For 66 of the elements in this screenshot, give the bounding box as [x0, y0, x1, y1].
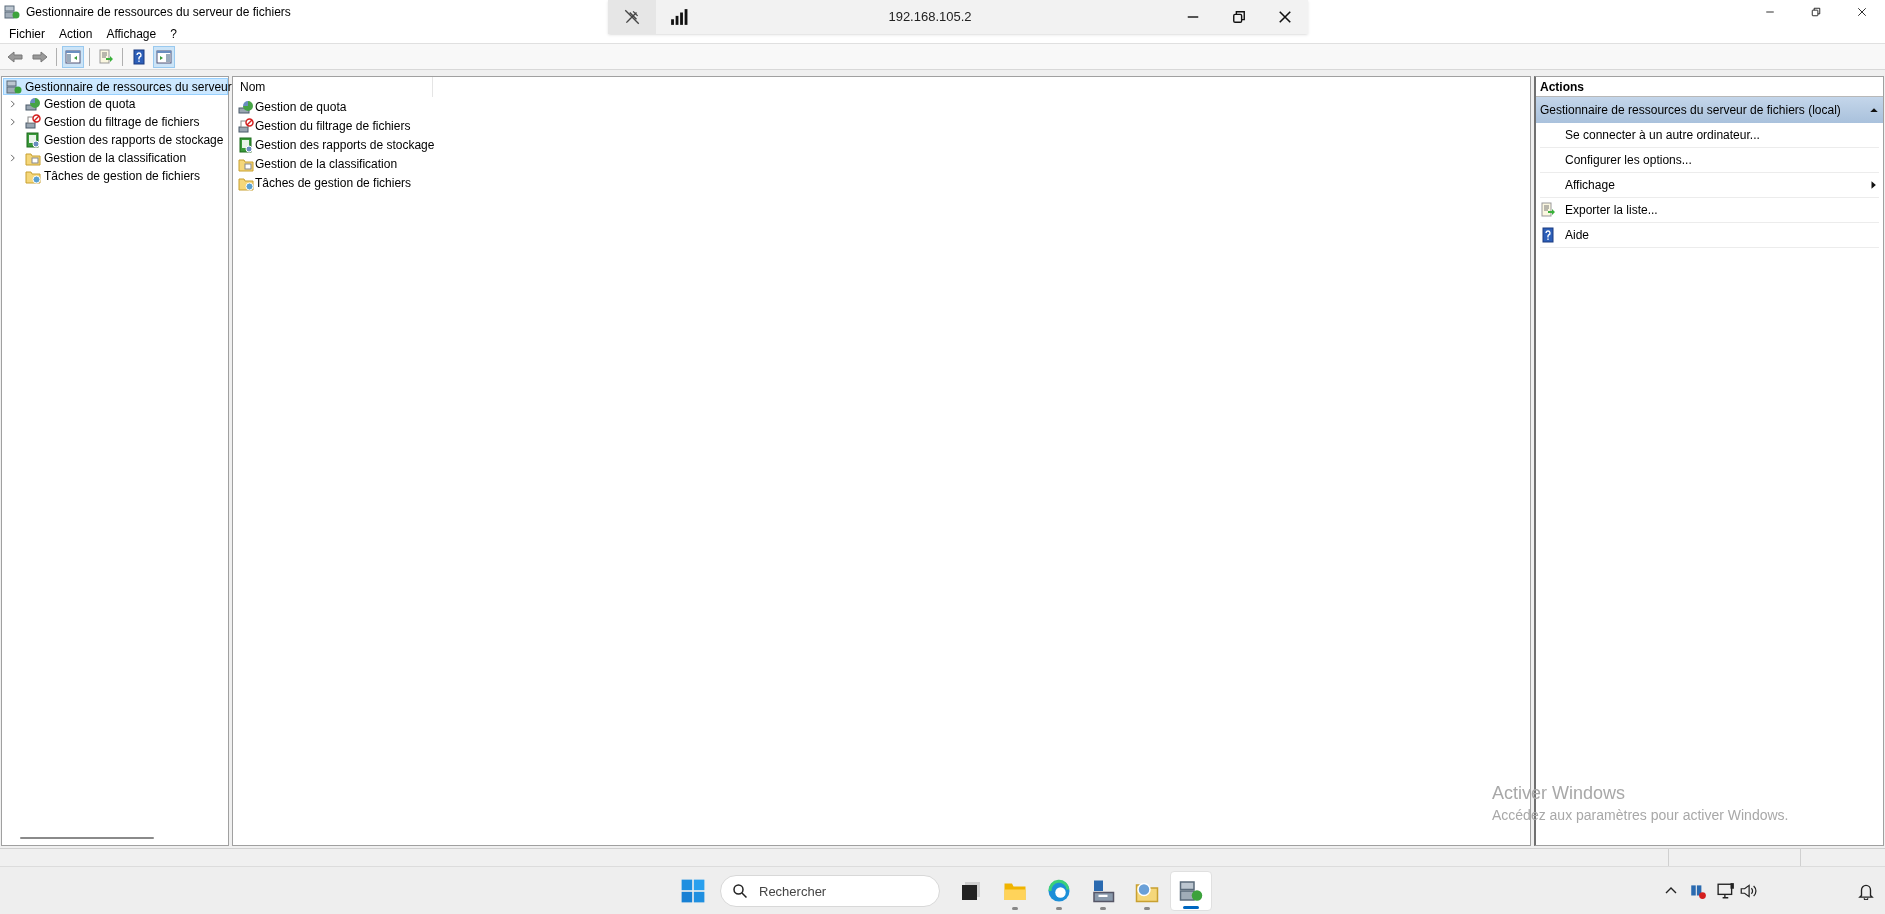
folder-icon	[25, 168, 41, 184]
browser-icon	[1047, 879, 1071, 903]
tree-item[interactable]: Gestion de quota	[25, 95, 138, 113]
scrollbar-thumb[interactable]	[20, 837, 154, 839]
panel-layout-icon	[156, 48, 172, 65]
signal-icon	[668, 8, 690, 26]
server-toolbox-icon	[1091, 879, 1115, 903]
server-icon	[4, 4, 20, 20]
menu-item[interactable]: ?	[163, 22, 184, 45]
tree-item[interactable]: Gestion de la classification	[25, 149, 189, 167]
back-arrow-icon	[7, 48, 23, 65]
toolbar-button[interactable]	[62, 45, 84, 68]
column-header[interactable]: Nom	[233, 77, 433, 97]
folder-icon	[25, 150, 41, 166]
chevron-right-icon[interactable]	[8, 153, 18, 163]
server-icon	[6, 78, 22, 95]
list-item[interactable]: Gestion de la classification	[255, 154, 398, 173]
report-icon	[25, 132, 41, 148]
tree-item[interactable]: Tâches de gestion de fichiers	[25, 167, 203, 185]
list-item[interactable]: Gestion des rapports de stockage	[255, 135, 435, 154]
menu-item[interactable]: Action	[52, 22, 100, 45]
speaker-icon	[1739, 882, 1757, 900]
chevron-right-icon[interactable]	[8, 117, 18, 127]
action-link[interactable]: Exporter la liste...	[1565, 201, 1658, 219]
server-icon	[1179, 879, 1203, 903]
action-link[interactable]: Affichage	[1565, 176, 1615, 194]
network-alert-icon[interactable]	[1689, 882, 1707, 900]
restore-icon	[1232, 10, 1246, 24]
pin-icon	[623, 8, 641, 26]
menu-item[interactable]: Affichage	[99, 22, 164, 45]
restore-icon	[1811, 7, 1821, 17]
start-icon[interactable]	[680, 878, 706, 904]
action-link[interactable]: Se connecter à un autre ordinateur...	[1565, 126, 1760, 144]
section-header[interactable]: Gestionnaire de ressources du serveur de fichiers (local)	[1536, 97, 1883, 123]
panel-layout-icon	[65, 48, 81, 65]
drive-blocked-icon	[25, 114, 41, 130]
help-icon	[131, 48, 147, 65]
list-item[interactable]: Gestion de quota	[255, 97, 347, 116]
tree-item[interactable]: Gestion du filtrage de fichiers	[25, 113, 202, 131]
close-icon	[1857, 7, 1867, 17]
report-icon	[238, 136, 254, 153]
action-link[interactable]: Configurer les options...	[1565, 151, 1692, 169]
drive-pie-icon	[238, 98, 254, 115]
task-view-icon	[959, 879, 983, 903]
toolbar-button[interactable]	[153, 45, 175, 68]
export-list-icon	[1540, 202, 1556, 218]
help-icon	[1540, 227, 1556, 243]
chevron-right-icon[interactable]	[8, 99, 18, 109]
drive-blocked-icon	[238, 117, 254, 134]
connection-address: 192.168.105.2	[887, 8, 973, 27]
bell-icon[interactable]	[1857, 882, 1875, 900]
action-link[interactable]: Aide	[1565, 226, 1590, 244]
window-title: Gestionnaire de ressources du serveur de fichiers	[26, 4, 291, 21]
forward-arrow-icon	[32, 48, 48, 65]
tree-item[interactable]: Gestion des rapports de stockage	[25, 131, 226, 149]
menu-item[interactable]: Fichier	[2, 22, 52, 45]
search-icon	[732, 883, 748, 899]
list-item[interactable]: Tâches de gestion de fichiers	[255, 173, 412, 192]
monitor-icon	[1717, 882, 1735, 900]
list-item[interactable]: Gestion du filtrage de fichiers	[255, 116, 411, 135]
search-field[interactable]: Rechercher	[720, 875, 940, 907]
close-icon	[1278, 10, 1292, 24]
pin-button[interactable]	[608, 0, 656, 34]
network-volume-button[interactable]	[1717, 882, 1757, 900]
export-list-icon	[98, 48, 114, 65]
drive-pie-icon	[25, 96, 41, 112]
